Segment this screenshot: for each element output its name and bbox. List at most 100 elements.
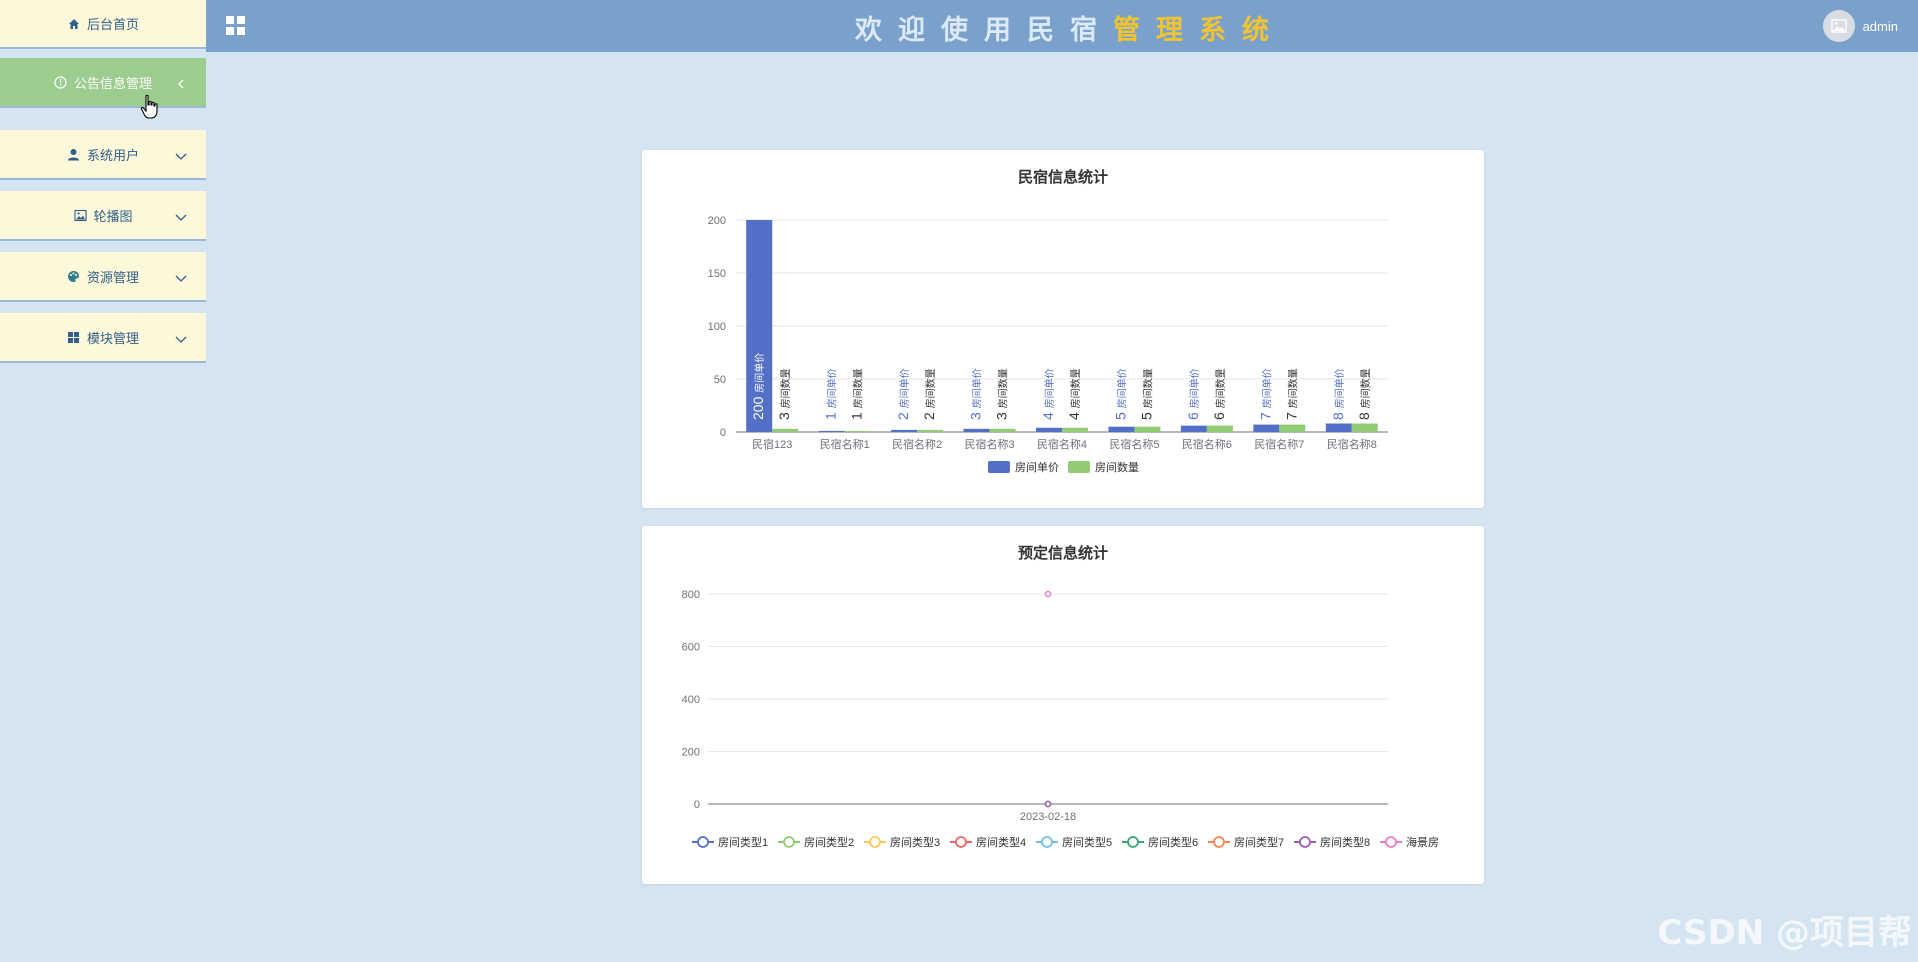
bar-data-label: 5 房间单价 (1112, 368, 1128, 420)
y-tick-label: 100 (708, 321, 726, 333)
x-tick-label: 民宿123 (752, 437, 792, 451)
y-tick-label: 0 (694, 799, 700, 811)
homestay-bar-chart: 050100150200民宿123200 房间单价3 房间数量民宿名称11 房间… (708, 215, 1388, 474)
legend-label: 房间单价 (1015, 461, 1059, 474)
bar (1180, 425, 1207, 432)
chevron-down-icon (174, 149, 188, 160)
legend-marker (697, 836, 709, 848)
title-char: 迎 (898, 15, 941, 45)
bar-data-label: 1 房间单价 (823, 368, 839, 420)
hand-cursor-icon (140, 94, 160, 120)
bar (844, 430, 871, 432)
bar-data-label: 3 房间单价 (968, 368, 984, 420)
bar (891, 429, 918, 432)
bar (1134, 426, 1161, 432)
legend-label: 海景房 (1406, 835, 1439, 849)
sidebar-item-system-users[interactable]: 系统用户 (0, 130, 206, 180)
info-icon (54, 75, 68, 89)
sidebar-item-label: 公告信息管理 (73, 75, 152, 91)
y-tick-label: 50 (714, 374, 726, 386)
legend-marker (783, 836, 795, 848)
title-char: 宿 (1070, 15, 1113, 45)
sidebar-item-label: 系统用户 (86, 147, 139, 163)
page-title: 欢迎使用民宿管理系统 (206, 8, 1918, 47)
legend-label: 房间类型5 (1062, 835, 1112, 849)
y-tick-label: 200 (708, 215, 726, 227)
title-char: 欢 (855, 15, 898, 45)
chevron-down-icon (174, 271, 188, 282)
sidebar-item-label: 轮播图 (93, 208, 133, 224)
legend-swatch (988, 461, 1010, 473)
bar (818, 430, 845, 432)
title-char: 理 (1156, 15, 1199, 45)
title-char: 使 (941, 15, 984, 45)
y-tick-label: 600 (682, 642, 700, 654)
sidebar-item-announcements[interactable]: 公告信息管理 (0, 58, 206, 108)
bar-data-label: 5 房间数量 (1138, 368, 1154, 420)
bar-data-label: 2 房间单价 (895, 368, 911, 420)
bar-data-label: 4 房间单价 (1040, 368, 1056, 420)
user-menu[interactable]: admin (1822, 10, 1898, 42)
bar (772, 428, 799, 432)
user-icon (67, 147, 81, 161)
legend-marker (1299, 836, 1311, 848)
title-char: 用 (984, 15, 1027, 45)
bar-data-label: 7 房间数量 (1283, 368, 1299, 420)
user-name: admin (1862, 18, 1898, 34)
title-char: 民 (1027, 15, 1070, 45)
data-point (1044, 590, 1052, 598)
booking-line-chart: 0 200 400 600 800 2023-02-18 房间类型1 房间类型2 房间类型3 房间… (682, 589, 1439, 849)
bar-data-label: 4 房间数量 (1066, 368, 1082, 420)
bar-data-label: 8 房间数量 (1356, 368, 1372, 420)
top-header: 欢迎使用民宿管理系统 admin (206, 0, 1918, 52)
bar (917, 429, 944, 432)
bar-data-label: 6 房间单价 (1185, 368, 1201, 420)
bar (989, 428, 1016, 432)
legend-label: 房间类型3 (890, 835, 940, 849)
homestay-stats-card: 民宿信息统计 0 50 100 150 200 民宿123 200 房间单价 3 房间数量 民宿… (642, 150, 1484, 508)
legend-marker (1127, 836, 1139, 848)
bar-data-label: 8 房间单价 (1330, 368, 1346, 420)
y-tick-label: 400 (682, 694, 700, 706)
y-tick-label: 200 (682, 747, 700, 759)
sidebar-item-label: 资源管理 (86, 269, 139, 285)
bar-data-label: 7 房间单价 (1257, 368, 1273, 420)
sidebar-item-resources[interactable]: 资源管理 (0, 252, 206, 302)
legend-label: 房间类型8 (1320, 835, 1370, 849)
legend-label: 房间类型6 (1148, 835, 1198, 849)
bar-data-label: 1 房间数量 (849, 368, 865, 420)
legend-label: 房间类型1 (718, 835, 768, 849)
x-tick-label: 民宿名称1 (820, 437, 870, 451)
image-icon (73, 208, 87, 222)
chevron-down-icon (174, 210, 188, 221)
bar (1108, 426, 1135, 432)
title-char: 管 (1113, 15, 1156, 45)
image-icon (1830, 19, 1847, 33)
bar (963, 428, 990, 432)
grid-icon (67, 330, 81, 344)
x-tick-label: 民宿名称7 (1254, 437, 1304, 451)
legend-label: 房间类型2 (804, 835, 854, 849)
sidebar-item-carousel[interactable]: 轮播图 (0, 191, 206, 241)
bar (1036, 427, 1062, 432)
bar (1253, 424, 1280, 432)
legend-swatch (1068, 461, 1090, 473)
bar (1351, 423, 1378, 432)
data-point (1044, 800, 1052, 808)
bar-data-label: 3 房间数量 (776, 368, 792, 420)
legend-label: 房间数量 (1095, 461, 1139, 474)
watermark: CSDN @项目帮 (1657, 913, 1912, 953)
legend-marker (955, 836, 967, 848)
bar-data-label: 6 房间数量 (1211, 368, 1227, 420)
sidebar-item-modules[interactable]: 模块管理 (0, 313, 206, 363)
x-tick-label: 民宿名称6 (1182, 437, 1232, 451)
sidebar-item-label: 后台首页 (86, 17, 139, 32)
x-tick-label: 2023-02-18 (1020, 811, 1076, 823)
x-tick-label: 民宿名称2 (892, 437, 942, 451)
home-icon (67, 17, 81, 31)
paint-icon (67, 269, 81, 283)
legend-label: 房间类型7 (1234, 835, 1284, 849)
avatar (1822, 10, 1855, 42)
legend-marker (1041, 836, 1053, 848)
sidebar-item-home[interactable]: 后台首页 (0, 0, 206, 49)
